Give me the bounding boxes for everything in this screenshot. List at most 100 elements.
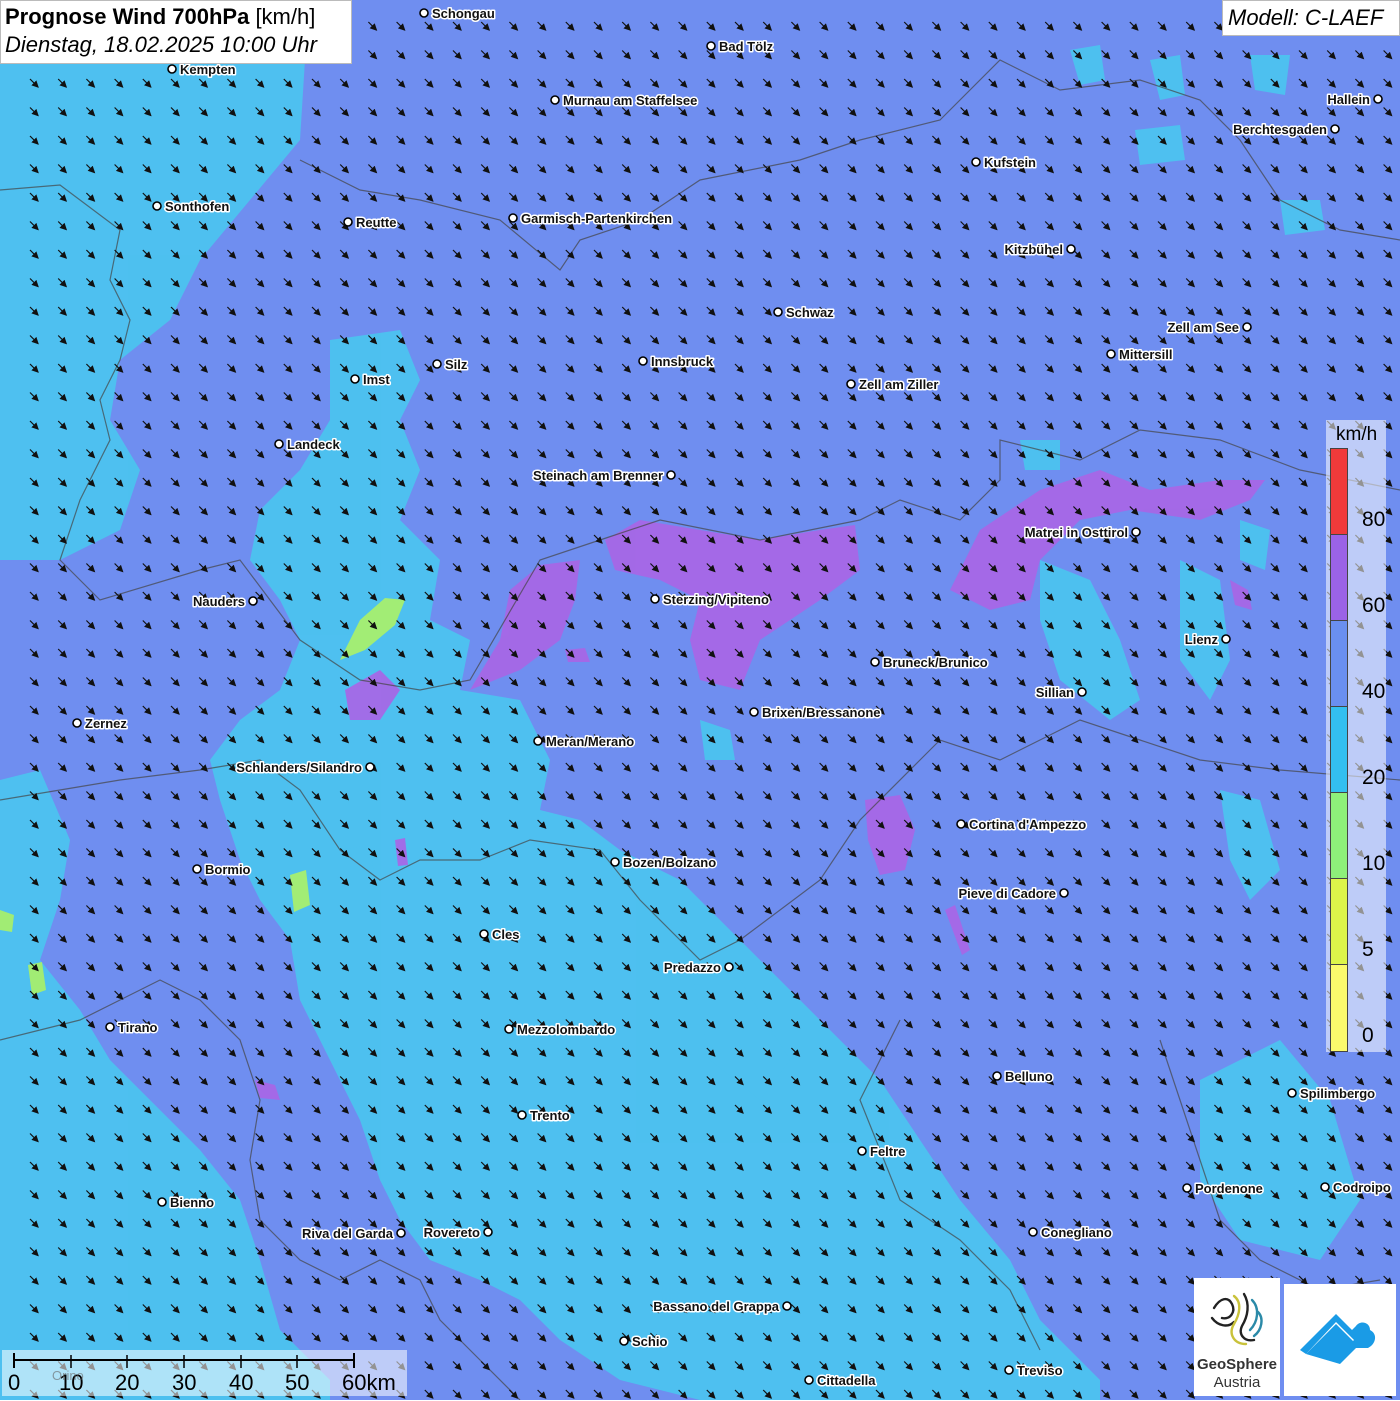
city-label: Zell am See (1167, 320, 1239, 335)
city-label: Treviso (1017, 1363, 1063, 1378)
city-label: Reutte (356, 215, 396, 230)
city-dot (1330, 124, 1340, 134)
legend-swatch-5-10 (1330, 878, 1348, 966)
city-dot (1106, 349, 1116, 359)
city-label: Codroipo (1333, 1180, 1391, 1195)
city-label: Meran/Merano (546, 734, 634, 749)
city-label: Silz (445, 357, 468, 372)
scale-label-20: 20 (115, 1370, 140, 1395)
geosphere-emblem-icon (1210, 1292, 1263, 1346)
city-label: Mezzolombardo (517, 1022, 615, 1037)
city-dot (782, 1301, 792, 1311)
city-label: Pieve di Cadore (958, 886, 1056, 901)
city-label: Bormio (205, 862, 251, 877)
city-label: Rovereto (424, 1225, 480, 1240)
color-legend: km/h 80 60 40 20 10 5 0 (1326, 420, 1386, 1052)
city-dot (419, 8, 429, 18)
legend-swatch-0-5 (1330, 964, 1348, 1052)
city-label: Spilimbergo (1300, 1086, 1375, 1101)
legend-tick-40: 40 (1362, 680, 1386, 703)
city-label: Imst (363, 372, 390, 387)
city-dot (650, 594, 660, 604)
city-dot (1004, 1365, 1014, 1375)
forecast-datetime: Dienstag, 18.02.2025 10:00 Uhr (5, 32, 317, 57)
city-label: Bruneck/Brunico (883, 655, 988, 670)
city-dot (971, 157, 981, 167)
legend-tick-0: 0 (1362, 1024, 1374, 1047)
city-label: Schwaz (786, 305, 834, 320)
city-label: Pordenone (1195, 1181, 1263, 1196)
city-dot (1182, 1183, 1192, 1193)
city-label: Bassano del Grappa (653, 1299, 779, 1314)
legend-unit: km/h (1336, 424, 1378, 445)
city-dot (1242, 322, 1252, 332)
city-label: Garmisch-Partenkirchen (521, 211, 672, 226)
city-dot (956, 819, 966, 829)
scale-label-50: 50 (285, 1370, 310, 1395)
city-dot (1059, 888, 1069, 898)
city-dot (1373, 94, 1383, 104)
city-dot (396, 1228, 406, 1238)
city-label: Kitzbühel (1005, 242, 1064, 257)
scale-label-0: 0 (8, 1370, 21, 1395)
model-label: Modell: C-LAEF (1222, 0, 1400, 36)
city-dot (1077, 687, 1087, 697)
city-dot (432, 359, 442, 369)
city-label: Landeck (287, 437, 341, 452)
city-label: Schio (632, 1334, 667, 1349)
city-dot (533, 736, 543, 746)
legend-tick-60: 60 (1362, 594, 1386, 617)
legend-tick-5: 5 (1362, 938, 1374, 961)
city-label: Schlanders/Silandro (236, 760, 362, 775)
legend-swatch-40-60 (1330, 620, 1348, 708)
city-dot (365, 762, 375, 772)
city-dot (1028, 1227, 1038, 1237)
legend-swatch-60-80 (1330, 534, 1348, 622)
city-dot (870, 657, 880, 667)
city-dot (1221, 634, 1231, 644)
legend-swatch-10-20 (1330, 792, 1348, 880)
city-dot (152, 201, 162, 211)
city-dot (192, 864, 202, 874)
city-label: Kufstein (984, 155, 1036, 170)
city-label: Trento (530, 1108, 570, 1123)
city-dot (1131, 527, 1141, 537)
city-label: Predazzo (664, 960, 721, 975)
city-label: Nauders (193, 594, 245, 609)
city-dot (619, 1336, 629, 1346)
scale-label-40: 40 (229, 1370, 254, 1395)
city-label: Sterzing/Vipiteno (663, 592, 769, 607)
city-dot (1066, 244, 1076, 254)
scale-label-60km: 60km (342, 1370, 396, 1395)
city-dot (343, 217, 353, 227)
city-dot (749, 707, 759, 717)
city-label: Cortina d'Ampezzo (969, 817, 1086, 832)
legend-tick-10: 10 (1362, 852, 1386, 875)
city-label: Conegliano (1041, 1225, 1112, 1240)
city-dot (992, 1071, 1002, 1081)
city-label: Sonthofen (165, 199, 229, 214)
city-dot (350, 374, 360, 384)
city-label: Cittadella (817, 1373, 876, 1388)
partner-logo-icon (1300, 1314, 1376, 1364)
city-dot (504, 1024, 514, 1034)
geosphere-logo: GeoSphere Austria (1194, 1278, 1280, 1396)
city-label: Murnau am Staffelsee (563, 93, 697, 108)
city-dot (483, 1227, 493, 1237)
city-dot (167, 64, 177, 74)
city-label: Lienz (1185, 632, 1219, 647)
city-label: Berchtesgaden (1233, 122, 1327, 137)
city-dot (1320, 1182, 1330, 1192)
city-label: Riva del Garda (302, 1226, 394, 1241)
geosphere-text: GeoSphere (1196, 1356, 1278, 1373)
city-label: Bozen/Bolzano (623, 855, 716, 870)
city-dot (804, 1375, 814, 1385)
partner-logo (1284, 1284, 1396, 1396)
city-dot (479, 929, 489, 939)
city-label: Zernez (85, 716, 127, 731)
city-dot (857, 1146, 867, 1156)
city-label: Kempten (180, 62, 236, 77)
city-label: Feltre (870, 1144, 905, 1159)
city-label: Belluno (1005, 1069, 1053, 1084)
city-label: Hallein (1327, 92, 1370, 107)
